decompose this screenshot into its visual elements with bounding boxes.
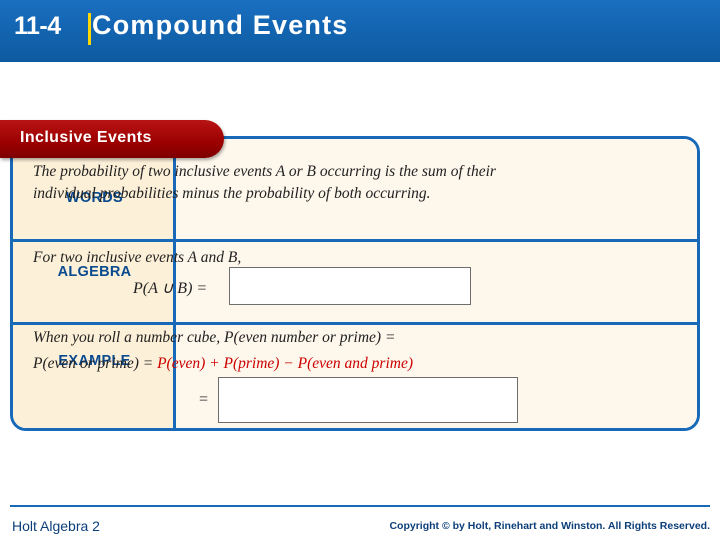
- page-title: Compound Events: [92, 10, 349, 40]
- words-text: The probability of two inclusive events …: [33, 163, 496, 202]
- footer-divider: [10, 505, 710, 507]
- algebra-formula: P(A ∪ B) =: [133, 280, 208, 297]
- footer-copyright: Copyright © by Holt, Rinehart and Winsto…: [389, 520, 710, 532]
- example-line-1: When you roll a number cube, P(even numb…: [33, 329, 396, 346]
- example-line-2-black: P(even or prime) =: [33, 355, 154, 372]
- algebra-intro-text: For two inclusive events A and B,: [33, 249, 242, 266]
- example-answer-box[interactable]: [218, 377, 518, 423]
- example-equals-sign: =: [198, 391, 209, 408]
- algebra-answer-box[interactable]: [229, 267, 471, 305]
- section-ribbon: Inclusive Events: [0, 120, 224, 158]
- row-divider-2: [13, 322, 697, 325]
- row-divider-1: [13, 239, 697, 242]
- example-line-2-red: P(even) + P(prime) − P(even and prime): [157, 355, 413, 372]
- footer-book-title: Holt Algebra 2: [12, 518, 100, 534]
- example-line-2: P(even or prime) = P(even) + P(prime) − …: [33, 355, 413, 373]
- lesson-number: 11-4: [14, 12, 91, 45]
- section-ribbon-label: Inclusive Events: [20, 129, 152, 146]
- card-inner: WORDS ALGEBRA EXAMPLE The probability of…: [13, 139, 697, 428]
- header-underline: [0, 62, 720, 66]
- inclusive-events-card: WORDS ALGEBRA EXAMPLE The probability of…: [10, 136, 700, 431]
